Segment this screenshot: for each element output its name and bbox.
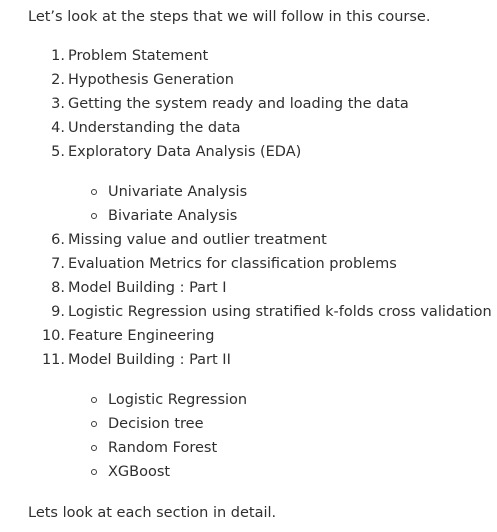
step-text: Getting the system ready and loading the…: [68, 96, 409, 112]
step-text: Model Building : Part II: [68, 352, 231, 368]
model-subitem-logistic-regression: Logistic Regression: [0, 390, 497, 414]
step-number: 1.: [51, 48, 65, 64]
step-item-3: 3. Getting the system ready and loading …: [0, 94, 497, 118]
outro-text: Lets look at each section in detail.: [28, 505, 277, 521]
step-text: Evaluation Metrics for classification pr…: [68, 256, 397, 272]
bullet-icon: [91, 469, 97, 475]
step-number: 8.: [51, 280, 65, 296]
eda-subitem-univariate: Univariate Analysis: [0, 182, 497, 206]
model-subitem-xgboost: XGBoost: [0, 462, 497, 486]
step-item-2: 2. Hypothesis Generation: [0, 70, 497, 94]
step-text: Model Building : Part I: [68, 280, 227, 296]
step-number: 10.: [41, 328, 65, 344]
course-steps-page: Let’s look at the steps that we will fol…: [0, 0, 497, 532]
subitem-text: Bivariate Analysis: [108, 208, 238, 224]
subitem-text: XGBoost: [108, 464, 171, 480]
step-item-5: 5. Exploratory Data Analysis (EDA): [0, 142, 497, 166]
step-text: Logistic Regression using stratified k-f…: [68, 304, 492, 320]
steps-list: 1. Problem Statement 2. Hypothesis Gener…: [0, 46, 497, 486]
step-number: 2.: [51, 72, 65, 88]
step-number: 5.: [51, 144, 65, 160]
subitem-text: Logistic Regression: [108, 392, 248, 408]
bullet-icon: [91, 445, 97, 451]
step-number: 6.: [51, 232, 65, 248]
bullet-icon: [91, 397, 97, 403]
step-item-11: 11. Model Building : Part II: [0, 350, 497, 374]
step-number: 11.: [41, 352, 65, 368]
step-number: 7.: [51, 256, 65, 272]
step-number: 4.: [51, 120, 65, 136]
step-text: Hypothesis Generation: [68, 72, 234, 88]
step-number: 9.: [51, 304, 65, 320]
eda-subitem-bivariate: Bivariate Analysis: [0, 206, 497, 230]
step-text: Exploratory Data Analysis (EDA): [68, 144, 302, 160]
step-text: Understanding the data: [68, 120, 241, 136]
bullet-icon: [91, 189, 97, 195]
step-item-10: 10. Feature Engineering: [0, 326, 497, 350]
step-text: Missing value and outlier treatment: [68, 232, 327, 248]
bullet-icon: [91, 213, 97, 219]
intro-text: Let’s look at the steps that we will fol…: [28, 9, 431, 25]
step-item-4: 4. Understanding the data: [0, 118, 497, 142]
step-text: Problem Statement: [68, 48, 209, 64]
step-text: Feature Engineering: [68, 328, 215, 344]
step-item-1: 1. Problem Statement: [0, 46, 497, 70]
subitem-text: Random Forest: [108, 440, 218, 456]
model-subitem-decision-tree: Decision tree: [0, 414, 497, 438]
step-item-6: 6. Missing value and outlier treatment: [0, 230, 497, 254]
step-item-8: 8. Model Building : Part I: [0, 278, 497, 302]
subitem-text: Univariate Analysis: [108, 184, 248, 200]
step-item-9: 9. Logistic Regression using stratified …: [0, 302, 497, 326]
model-subitem-random-forest: Random Forest: [0, 438, 497, 462]
step-number: 3.: [51, 96, 65, 112]
step-item-7: 7. Evaluation Metrics for classification…: [0, 254, 497, 278]
subitem-text: Decision tree: [108, 416, 204, 432]
bullet-icon: [91, 421, 97, 427]
